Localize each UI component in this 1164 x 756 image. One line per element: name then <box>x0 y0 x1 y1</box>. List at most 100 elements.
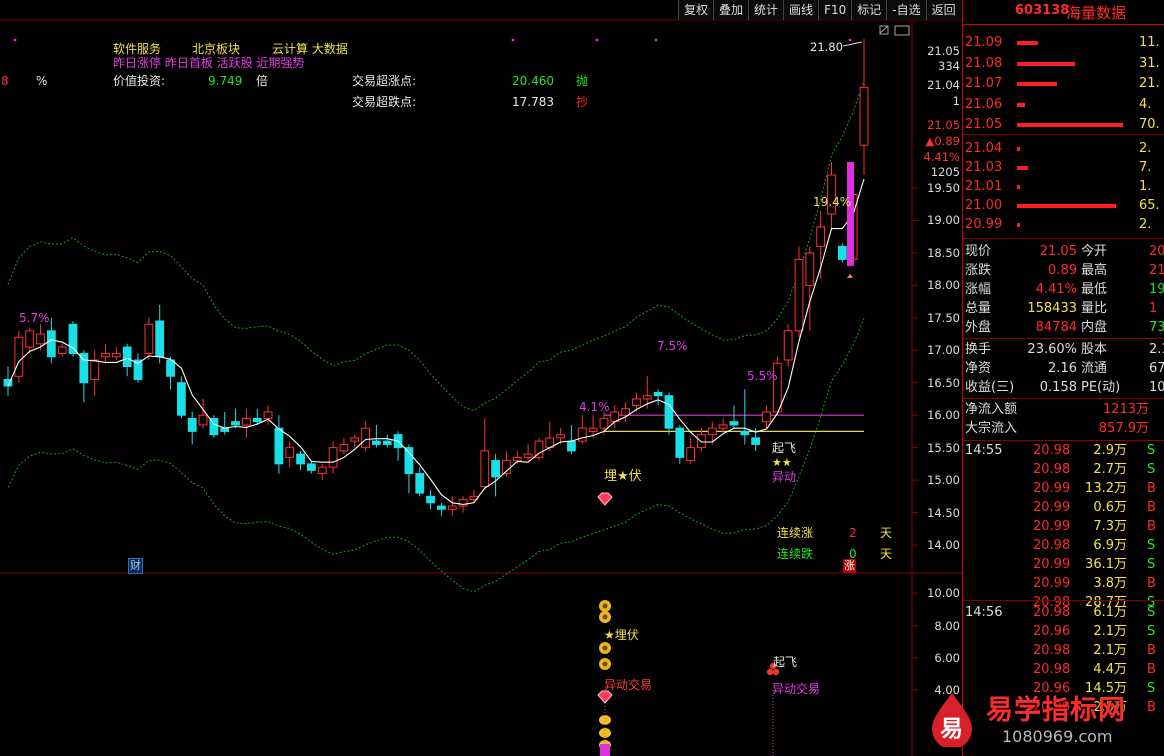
tick-row: 20.98 2.7万 S <box>963 460 1164 479</box>
logo-badge-text: 易 <box>940 716 963 742</box>
toolbar-button-0[interactable]: 复权 <box>678 0 714 20</box>
flow-value: 857.9万 <box>1098 421 1149 436</box>
consecutive-down-label: 连续跌 <box>777 547 814 561</box>
axis-top-1: 334 <box>938 59 960 73</box>
expand-icon[interactable] <box>894 25 910 36</box>
quote-row: 现价 21.05 今开 20 <box>963 242 1164 261</box>
candle <box>285 441 295 468</box>
tick-side: S <box>1147 462 1156 477</box>
quote-k2: 量比 <box>1081 301 1108 316</box>
corner-slash <box>879 25 889 34</box>
quote-row: 外盘 84784 内盘 73 <box>963 318 1164 337</box>
tick-volume: 0.6万 <box>1093 500 1127 515</box>
candle <box>241 408 251 438</box>
candle <box>101 343 110 364</box>
tick-price: 20.99 <box>1033 500 1071 515</box>
orderbook-row[interactable]: 21.03 7. <box>963 158 1164 177</box>
candle <box>79 350 89 403</box>
candle <box>675 424 685 464</box>
orderbook-volume: 70. <box>1139 117 1160 132</box>
tick-price: 20.98 <box>1033 643 1071 658</box>
watermark-title: 易学指标网 <box>986 695 1126 726</box>
orderbook-row[interactable]: 21.07 21. <box>963 74 1164 93</box>
candle <box>480 418 490 490</box>
candle <box>382 434 392 448</box>
sub-diamond-icon <box>597 690 613 704</box>
toolbar-button-5[interactable]: 标记 <box>851 0 887 20</box>
tick-volume: 3.8万 <box>1093 576 1127 591</box>
orderbook-row[interactable]: 21.08 31. <box>963 54 1164 73</box>
candle <box>176 376 186 419</box>
toolbar-button-2[interactable]: 统计 <box>748 0 784 20</box>
butterfly-icon <box>599 642 611 654</box>
orderbook-volume-bar <box>1017 166 1028 170</box>
candle <box>577 415 587 445</box>
candle <box>144 317 154 361</box>
stars-signal: ★★ <box>772 456 792 469</box>
tick-row: 20.98 6.9万 S <box>963 536 1164 555</box>
quote2-k1: 收益(三) <box>965 380 1015 395</box>
sub-takeoff-label: 起飞 <box>773 655 798 669</box>
site-logo: 易 <box>928 691 976 749</box>
axis-top-3: 1 <box>952 94 960 108</box>
sector-tag-beijing: 北京板块 <box>192 42 241 56</box>
tick-price: 20.98 <box>1033 605 1071 620</box>
quote-v2: 20 <box>1149 244 1164 259</box>
orderbook-row[interactable]: 21.05 70. <box>963 115 1164 134</box>
value-invest-number: 9.749 <box>208 74 243 88</box>
toolbar-button-7[interactable]: 返回 <box>925 0 961 20</box>
orderbook-row[interactable]: 21.00 65. <box>963 196 1164 215</box>
candle <box>426 489 435 510</box>
quote-v1: 21.05 <box>1039 244 1077 259</box>
tick-row: 20.98 2.1万 B <box>963 641 1164 660</box>
candle <box>491 454 500 497</box>
oversold-label: 交易超跌点: <box>352 95 417 109</box>
toolbar-button-1[interactable]: 叠加 <box>713 0 749 20</box>
left-number: 8 <box>1 74 9 88</box>
kline-chart[interactable] <box>0 0 962 756</box>
candle <box>404 444 414 494</box>
finance-badge[interactable]: 财 <box>128 558 143 574</box>
diamond-icon <box>597 492 613 506</box>
consecutive-up-label: 连续涨 <box>777 526 814 540</box>
limit-up-badge: 涨 <box>843 559 856 573</box>
orderbook-volume-bar <box>1017 82 1058 86</box>
toolbar-button-3[interactable]: 画线 <box>783 0 819 20</box>
orderbook-row[interactable]: 21.09 11. <box>963 33 1164 52</box>
axis-top-0: 21.05 <box>927 44 960 58</box>
status-tags: 昨日涨停 昨日首板 活跃股 近期强势 <box>113 56 305 70</box>
sell-tag: 抛 <box>576 74 589 88</box>
orderbook-price: 21.04 <box>965 141 1003 156</box>
price-tick-6: 16.50 <box>927 375 960 390</box>
ambush-signal: 埋★伏 <box>604 469 642 484</box>
orderbook-row[interactable]: 21.04 2. <box>963 139 1164 158</box>
stock-title[interactable]: 603138 海量数据 <box>963 0 1164 25</box>
axis-mid-2: 4.41% <box>923 150 960 164</box>
tick-price: 20.98 <box>1033 462 1071 477</box>
tick-side: B <box>1147 519 1156 534</box>
quote-v1: 0.89 <box>1048 263 1077 278</box>
anomaly-signal: 异动 <box>772 470 797 484</box>
orderbook-row[interactable]: 21.06 4. <box>963 95 1164 114</box>
quote2-k2: 股本 <box>1081 342 1108 357</box>
price-tick-2: 18.50 <box>927 245 960 260</box>
orderbook-row[interactable]: 21.01 1. <box>963 177 1164 196</box>
coin-icon <box>599 715 611 725</box>
tick-row: 20.98 2.9万 S <box>963 441 1164 460</box>
candle <box>350 434 360 448</box>
consecutive-up-unit: 天 <box>880 526 893 540</box>
candle <box>783 324 793 367</box>
price-tick-4: 17.50 <box>927 310 960 325</box>
tick-price: 20.99 <box>1033 519 1071 534</box>
orderbook-price: 21.07 <box>965 76 1003 91</box>
orderbook-row[interactable]: 20.99 2. <box>963 215 1164 234</box>
marker-dot <box>848 38 852 42</box>
pct-annotation-55: 5.5% <box>747 369 778 383</box>
tick-volume: 4.4万 <box>1093 662 1127 677</box>
toolbar-button-6[interactable]: -自选 <box>886 0 926 20</box>
candle <box>274 415 284 474</box>
axis-mid-0: 21.05 <box>927 118 960 132</box>
candle <box>437 502 446 516</box>
quote-k1: 涨跌 <box>965 263 992 278</box>
toolbar-button-4[interactable]: F10 <box>818 0 852 20</box>
